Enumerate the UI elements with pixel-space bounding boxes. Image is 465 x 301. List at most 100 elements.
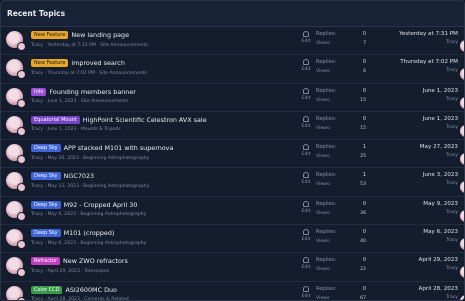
last-post-user[interactable]: Tracy [423,238,458,243]
edit-link[interactable]: Edit [299,265,313,270]
last-post-user[interactable]: Tracy [423,125,458,130]
start-date[interactable]: May 26, 2023 [47,156,78,161]
forum-link[interactable]: Beginning Astrophotography [83,184,149,189]
topic-title-link[interactable]: ASI2600MC Duo [65,286,116,294]
start-date[interactable]: May 9, 2023 [47,212,76,217]
topic-row[interactable]: New Feature improved search Tracy · Thurs… [1,55,464,84]
last-poster-avatar[interactable] [460,266,464,279]
author-link[interactable]: Tracy [31,269,43,274]
last-post-user[interactable]: Tracy [420,153,458,158]
topic-title-link[interactable]: M101 (cropped) [64,229,115,237]
forum-link[interactable]: Cameras & Related [84,297,128,300]
author-link[interactable]: Tracy [31,241,43,246]
start-date[interactable]: April 29, 2023 [47,269,79,274]
edit-control[interactable]: Edit [299,59,313,72]
topic-row[interactable]: Color CCD ASI2600MC Duo Tracy · April 28,… [1,282,464,300]
author-link[interactable]: Tracy [31,99,43,104]
forum-link[interactable]: Site Announcements [100,43,148,48]
prefix-badge[interactable]: New Feature [31,59,69,68]
watch-bell-icon[interactable] [303,144,309,151]
prefix-badge[interactable]: Equatorial Mount [31,115,80,124]
last-post-date[interactable]: April 28, 2023 [419,286,458,292]
last-post-date[interactable]: May 6, 2023 [423,229,458,235]
prefix-badge[interactable]: Deep Sky [31,144,61,153]
prefix-badge[interactable]: Color CCD [31,285,63,294]
topic-title-link[interactable]: New ZWO refractors [63,257,128,265]
last-post-date[interactable]: Thursday at 7:02 PM [400,59,458,65]
watch-bell-icon[interactable] [303,229,309,236]
last-post-user[interactable]: Tracy [400,68,458,73]
start-date[interactable]: May 12, 2023 [47,184,78,189]
prefix-badge[interactable]: Deep Sky [31,200,61,209]
watch-bell-icon[interactable] [303,257,309,264]
edit-control[interactable]: Edit [299,87,313,101]
topic-row[interactable]: New Feature New landing page Tracy · Yest… [1,27,464,56]
last-poster-avatar[interactable] [460,96,464,109]
forum-link[interactable]: Telescopes [84,269,109,274]
edit-control[interactable]: Edit [299,31,313,44]
watch-bell-icon[interactable] [303,115,309,122]
edit-control[interactable]: Edit [299,144,313,157]
last-post-date[interactable]: June 3, 2023 [423,172,458,178]
edit-link[interactable]: Edit [299,237,313,242]
topic-row[interactable]: Deep Sky APP stacked M101 with supernova … [1,140,464,169]
last-post-user[interactable]: Tracy [399,40,458,45]
edit-control[interactable]: Edit [299,285,313,299]
author-link[interactable]: Tracy [31,71,43,76]
edit-link[interactable]: Edit [299,67,313,72]
edit-link[interactable]: Edit [299,209,313,214]
edit-control[interactable]: Edit [299,172,313,185]
last-poster-avatar[interactable] [460,68,464,81]
watch-bell-icon[interactable] [303,87,309,94]
author-link[interactable]: Tracy [31,127,43,132]
last-post-user[interactable]: Tracy [423,97,458,102]
topic-row[interactable]: Refractor New ZWO refractors Tracy · Apri… [1,253,464,282]
edit-control[interactable]: Edit [299,200,313,214]
topic-row[interactable]: Info Founding members banner Tracy · June… [1,84,464,112]
topic-row[interactable]: Deep Sky NGC7023 Tracy · May 12, 2023 · B… [1,168,464,197]
topic-title-link[interactable]: M92 - Cropped April 30 [64,201,138,209]
last-poster-avatar[interactable] [460,294,464,300]
last-post-date[interactable]: April 29, 2023 [419,257,458,263]
topic-title-link[interactable]: New landing page [71,31,129,39]
edit-link[interactable]: Edit [299,124,313,129]
last-poster-avatar[interactable] [460,209,464,222]
last-post-date[interactable]: June 1, 2023 [423,116,458,122]
last-post-user[interactable]: Tracy [423,181,458,186]
author-link[interactable]: Tracy [31,43,43,48]
start-date[interactable]: June 1, 2023 [47,99,76,104]
topic-title-link[interactable]: NGC7023 [64,172,94,180]
watch-bell-icon[interactable] [303,200,309,207]
edit-control[interactable]: Edit [299,115,313,129]
topic-row[interactable]: Equatorial Mount HighPoint Scientific Cel… [1,112,464,141]
forum-link[interactable]: Site Announcements [81,99,129,104]
start-date[interactable]: Yesterday at 7:31 PM [47,43,95,48]
start-date[interactable]: May 6, 2023 [47,241,76,246]
forum-link[interactable]: Beginning Astrophotography [80,212,146,217]
last-poster-avatar[interactable] [460,40,464,52]
edit-control[interactable]: Edit [299,257,313,270]
last-post-user[interactable]: Tracy [419,295,458,300]
edit-link[interactable]: Edit [299,180,313,185]
start-date[interactable]: Thursday at 7:02 PM [47,71,94,76]
last-poster-avatar[interactable] [460,181,464,194]
forum-link[interactable]: Beginning Astrophotography [83,156,149,161]
edit-control[interactable]: Edit [299,229,313,242]
last-post-date[interactable]: June 1, 2023 [423,88,458,94]
prefix-badge[interactable]: Deep Sky [31,229,61,238]
author-link[interactable]: Tracy [31,156,43,161]
topic-title-link[interactable]: HighPoint Scientific Celestron AVX sale [83,116,207,124]
topic-title-link[interactable]: APP stacked M101 with supernova [64,144,174,152]
watch-bell-icon[interactable] [303,59,309,66]
last-post-date[interactable]: Yesterday at 7:31 PM [399,31,458,37]
author-link[interactable]: Tracy [31,184,43,189]
forum-link[interactable]: Beginning Astrophotography [80,241,146,246]
prefix-badge[interactable]: Info [31,87,47,96]
prefix-badge[interactable]: New Feature [31,31,69,39]
watch-bell-icon[interactable] [303,31,309,37]
topic-title-link[interactable]: Founding members banner [49,88,135,96]
last-poster-avatar[interactable] [460,124,464,137]
last-post-user[interactable]: Tracy [423,210,458,215]
last-poster-avatar[interactable] [460,238,464,251]
prefix-badge[interactable]: Refractor [31,257,61,266]
